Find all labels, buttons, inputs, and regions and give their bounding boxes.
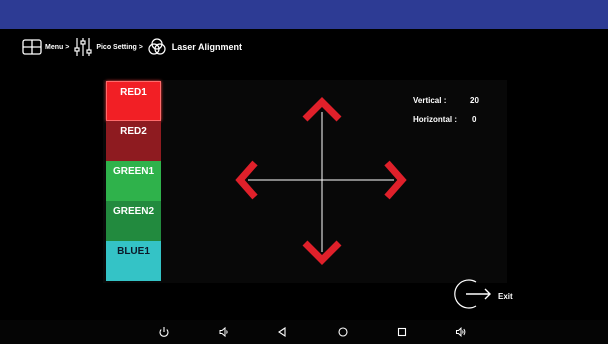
power-icon[interactable] [156, 324, 172, 340]
back-icon[interactable] [274, 324, 290, 340]
system-nav-bar [0, 320, 608, 344]
home-icon[interactable] [335, 324, 351, 340]
exit-label: Exit [498, 292, 513, 301]
horizontal-label: Horizontal : [413, 115, 457, 124]
horizontal-readout: Horizontal : 0 [413, 115, 493, 124]
vertical-readout: Vertical : 20 [413, 96, 493, 105]
horizontal-value: 0 [472, 115, 477, 124]
exit-arrow-icon [452, 277, 494, 316]
alignment-crosshair [235, 97, 407, 265]
recents-icon[interactable] [394, 324, 410, 340]
volume-up-icon[interactable] [453, 324, 469, 340]
vertical-value: 20 [470, 96, 479, 105]
exit-button[interactable]: Exit [452, 277, 513, 316]
volume-down-icon[interactable] [216, 324, 232, 340]
vertical-label: Vertical : [413, 96, 447, 105]
